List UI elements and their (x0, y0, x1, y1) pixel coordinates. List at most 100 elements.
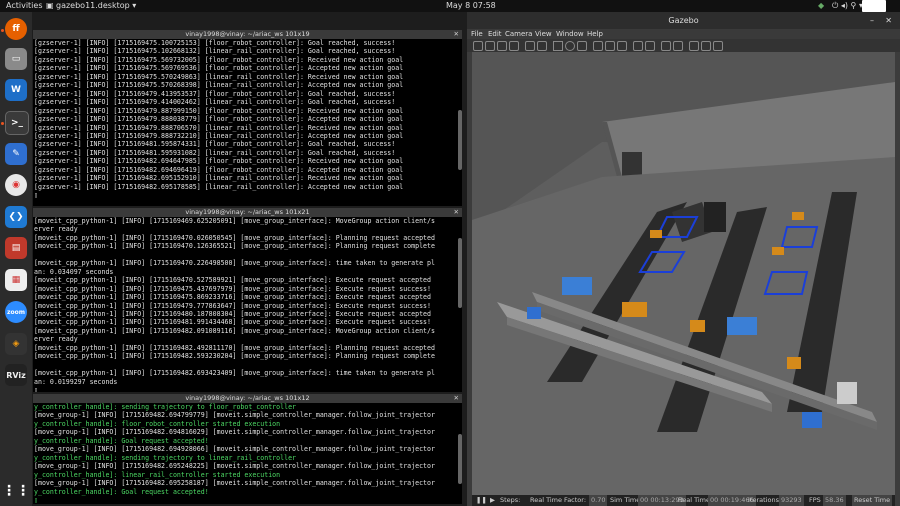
app-grid-icon[interactable]: ⋮⋮ (2, 480, 30, 502)
vscode-icon[interactable]: ❮❯ (5, 206, 27, 228)
terminal-line: [moveit_cpp_python-1] [INFO] [1715169469… (34, 217, 435, 225)
spot-light-icon[interactable] (605, 41, 615, 51)
point-light-icon[interactable] (593, 41, 603, 51)
reset-time-button[interactable]: Reset Time (852, 495, 893, 506)
menu-help[interactable]: Help (587, 29, 603, 39)
close-icon[interactable]: ✕ (454, 394, 459, 403)
terminal-title: vinay1998@vinay: ~/ariac_ws 101x21 (185, 208, 310, 216)
terminal-output[interactable]: y_controller_handle]: sending trajectory… (33, 403, 462, 504)
terminal-titlebar[interactable]: vinay1998@vinay: ~/ariac_ws 101x21 ✕ (33, 208, 462, 217)
gazebo-status-bar: ❚❚ ▶ Steps: Real Time Factor: 0.70 Sim T… (472, 495, 895, 506)
zoom-icon[interactable]: zoom (5, 301, 27, 323)
dock: ff ▭ W >_ ✎ ◉ ❮❯ ▤ ▦ zoom ◈ RViz ⋮⋮ (0, 12, 32, 506)
gazebo-menubar: File Edit Camera View Window Help (467, 29, 900, 39)
layers-icon[interactable]: ◈ (5, 333, 27, 355)
recorder-icon[interactable] (862, 0, 886, 12)
terminal-line: [moveit_cpp_python-1] [INFO] [1715169470… (34, 242, 435, 251)
terminal-output[interactable]: [moveit_cpp_python-1] [INFO] [1715169469… (33, 217, 462, 392)
change-view-icon[interactable] (689, 41, 699, 51)
terminal-line: erver ready (34, 335, 78, 344)
terminal-line: [gzserver-1] [INFO] [1715169482.69469641… (34, 165, 404, 174)
screenshot-icon[interactable] (701, 41, 711, 51)
iterations-label: Iterations (748, 496, 779, 504)
terminal-output[interactable]: [gzserver-1] [INFO] [1715169475.10072515… (33, 39, 462, 200)
directional-light-icon[interactable] (617, 41, 627, 51)
rviz-icon[interactable]: RViz (5, 364, 27, 386)
terminal-titlebar[interactable]: vinay1998@vinay: ~/ariac_ws 101x12 ✕ (33, 394, 462, 403)
terminal-icon[interactable]: >_ (5, 111, 29, 135)
rotate-tool-icon[interactable] (497, 41, 507, 51)
factory-scene[interactable] (472, 52, 895, 495)
rtf-value: 0.70 (589, 495, 608, 506)
close-icon[interactable]: ✕ (885, 12, 892, 29)
terminal-line: [moveit_cpp_python-1] [INFO] [1715169482… (34, 352, 435, 361)
terminal-titlebar[interactable]: vinay1998@vinay: ~/ariac_ws 101x19 ✕ (33, 30, 462, 39)
terminal-line: y_controller_handle]: linear_rail_contro… (34, 470, 281, 479)
snap-icon[interactable] (673, 41, 683, 51)
system-tray[interactable]: ⏻ ◂) ⚲ ▾ (832, 0, 863, 12)
text-editor-icon[interactable]: ✎ (5, 143, 27, 165)
copy-icon[interactable] (633, 41, 643, 51)
play-pause-icon[interactable]: ❚❚ (476, 495, 487, 506)
close-icon[interactable]: ✕ (454, 208, 459, 217)
terminal-line: [moveit_cpp_python-1] [INFO] [1715169475… (34, 293, 431, 302)
gazebo-app-icon: ▣ (46, 1, 54, 10)
scrollbar[interactable] (458, 238, 462, 308)
activities-button[interactable]: Activities (6, 0, 43, 12)
align-icon[interactable] (661, 41, 671, 51)
terminal-line: [gzserver-1] [INFO] [1715169479.41400246… (34, 98, 396, 107)
terminal-line: [move_group-1] [INFO] [1715169482.694799… (34, 411, 435, 420)
select-tool-icon[interactable] (473, 41, 483, 51)
app-menu[interactable]: gazebo11.desktop ▾ (56, 0, 136, 12)
terminal-line: [move_group-1] [INFO] [1715169482.695248… (34, 462, 435, 471)
terminal-line: [moveit_cpp_python-1] [INFO] [1715169470… (34, 259, 435, 268)
clock[interactable]: May 8 07:58 (446, 0, 496, 12)
chrome-icon[interactable]: ◉ (5, 174, 27, 196)
files-icon[interactable]: ▭ (5, 48, 27, 70)
document-viewer-icon[interactable]: ▦ (5, 269, 27, 291)
terminal-line: [moveit_cpp_python-1] [INFO] [1715169481… (34, 318, 431, 327)
scrollbar[interactable] (458, 110, 462, 170)
menu-view[interactable]: View (535, 29, 552, 39)
fps-value: 58.36 (823, 495, 846, 506)
gazebo-window[interactable]: Gazebo – ✕ File Edit Camera View Window … (467, 12, 900, 506)
minimize-icon[interactable]: – (870, 12, 874, 29)
tray-app-icon[interactable]: ◆ (818, 0, 824, 12)
undo-icon[interactable] (525, 41, 535, 51)
terminal-line: erver ready (34, 225, 78, 234)
gazebo-titlebar[interactable]: Gazebo – ✕ (467, 12, 900, 29)
terminal-line: [moveit_cpp_python-1] [INFO] [1715169482… (34, 343, 435, 352)
terminal-line: [gzserver-1] [INFO] [1715169482.69517858… (34, 182, 404, 191)
gazebo-3d-scene[interactable] (472, 52, 895, 495)
writer-icon[interactable]: W (5, 79, 27, 101)
menu-edit[interactable]: Edit (488, 29, 502, 39)
terminal-window-1[interactable]: vinay1998@vinay: ~/ariac_ws 101x19 ✕ [gzs… (33, 30, 462, 206)
box-shape-icon[interactable] (553, 41, 563, 51)
terminal-line: y_controller_handle]: sending trajectory… (34, 453, 297, 462)
gazebo-toolbar (467, 39, 900, 52)
firefox-icon[interactable]: ff (5, 18, 27, 40)
paste-icon[interactable] (645, 41, 655, 51)
menu-camera[interactable]: Camera (505, 29, 532, 39)
terminal-window-3[interactable]: vinay1998@vinay: ~/ariac_ws 101x12 ✕ y_co… (33, 394, 462, 504)
menu-window[interactable]: Window (556, 29, 584, 39)
sphere-shape-icon[interactable] (565, 41, 575, 51)
terminal-line: y_controller_handle]: sending trajectory… (34, 403, 297, 411)
cylinder-shape-icon[interactable] (577, 41, 587, 51)
step-icon[interactable]: ▶ (490, 495, 495, 506)
terminal-line: y_controller_handle]: Goal request accep… (34, 436, 209, 445)
redo-icon[interactable] (537, 41, 547, 51)
menu-file[interactable]: File (471, 29, 483, 39)
terminal-window-2[interactable]: vinay1998@vinay: ~/ariac_ws 101x21 ✕ [mov… (33, 208, 462, 392)
scale-tool-icon[interactable] (509, 41, 519, 51)
terminal-line: an: 0.0199297 seconds (34, 377, 118, 386)
red-app-icon[interactable]: ▤ (5, 237, 27, 259)
translate-tool-icon[interactable] (485, 41, 495, 51)
record-icon[interactable] (713, 41, 723, 51)
terminal-line: ▯ (34, 495, 38, 504)
iterations-value: 93293 (779, 495, 804, 506)
scrollbar[interactable] (458, 434, 462, 484)
fps-label: FPS (809, 496, 821, 504)
close-icon[interactable]: ✕ (454, 30, 459, 39)
